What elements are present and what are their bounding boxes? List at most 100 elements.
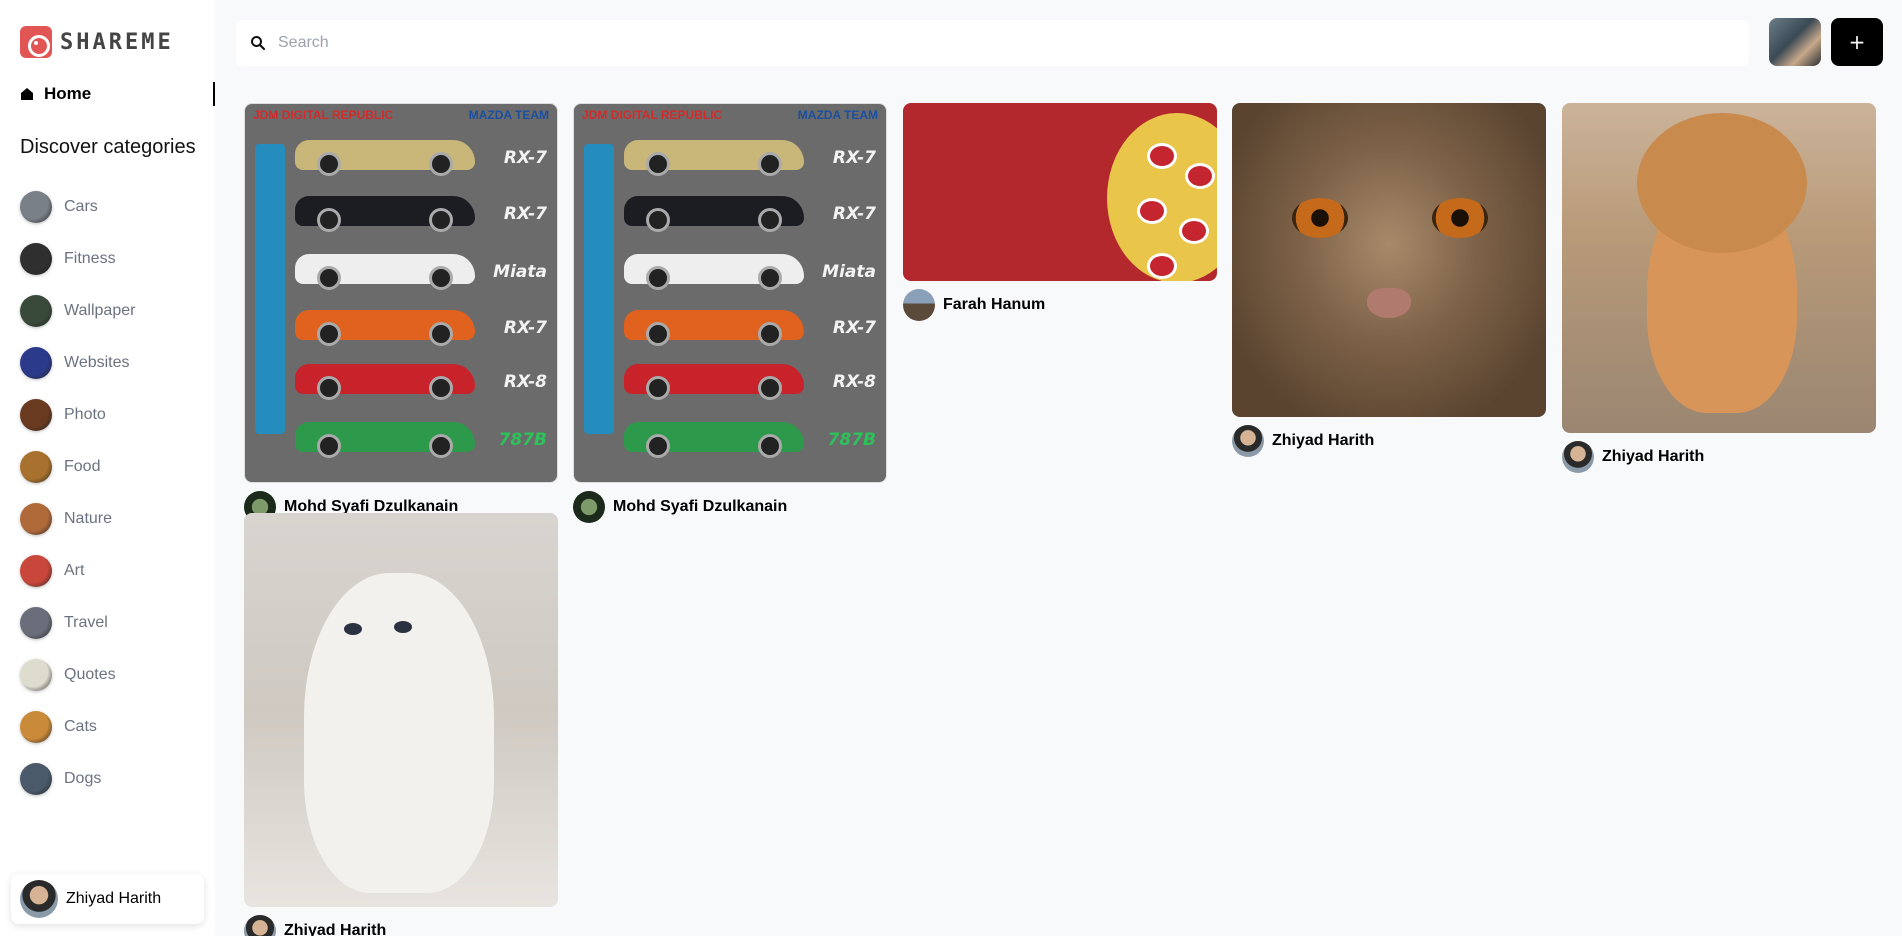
- sidebar-item-food[interactable]: Food: [20, 441, 135, 493]
- author-name: Zhiyad Harith: [1602, 448, 1705, 465]
- sidebar-item-cats[interactable]: Cats: [20, 701, 135, 753]
- category-thumbnail: [20, 555, 52, 587]
- pin-author[interactable]: Farah Hanum: [903, 289, 1217, 321]
- category-thumbnail: [20, 243, 52, 275]
- category-thumbnail: [20, 711, 52, 743]
- sidebar-item-label: Quotes: [64, 666, 116, 683]
- category-thumbnail: [20, 607, 52, 639]
- sidebar-item-label: Home: [44, 84, 92, 103]
- user-profile-link[interactable]: Zhiyad Harith: [11, 874, 204, 924]
- car-label: RX-8: [832, 372, 876, 392]
- pin-author[interactable]: Mohd Syafi Dzulkanain: [573, 491, 887, 523]
- sidebar-item-art[interactable]: Art: [20, 545, 135, 597]
- sidebar-item-nature[interactable]: Nature: [20, 493, 135, 545]
- author-name: Mohd Syafi Dzulkanain: [613, 498, 788, 515]
- logo-text: SHAREME: [60, 29, 174, 55]
- sidebar-item-label: Dogs: [64, 770, 102, 787]
- pin-author[interactable]: Zhiyad Harith: [1232, 425, 1546, 457]
- pin-card[interactable]: Zhiyad Harith: [244, 513, 558, 936]
- category-thumbnail: [20, 763, 52, 795]
- search-input[interactable]: [278, 34, 1678, 52]
- discover-heading: Discover categories: [20, 136, 196, 158]
- category-list: Cars Fitness Wallpaper Websites Photo Fo…: [20, 181, 135, 805]
- app-logo[interactable]: SHAREME: [20, 26, 174, 58]
- author-name: Zhiyad Harith: [284, 922, 387, 936]
- sidebar-item-label: Fitness: [64, 250, 116, 267]
- car-graphic: [295, 310, 475, 346]
- pin-card[interactable]: JDM DIGITAL REPUBLIC MAZDA TEAM RX-7 RX-7…: [244, 103, 558, 523]
- category-thumbnail: [20, 347, 52, 379]
- pin-image[interactable]: [903, 103, 1217, 281]
- car-label: Miata: [822, 262, 876, 282]
- avatar: [573, 491, 605, 523]
- sidebar-item-home[interactable]: Home: [20, 82, 215, 106]
- car-label: 787B: [827, 430, 876, 450]
- car-label: RX-7: [832, 204, 876, 224]
- pin-author[interactable]: Zhiyad Harith: [1562, 441, 1876, 473]
- car-graphic: [624, 422, 804, 458]
- add-pin-button[interactable]: +: [1831, 18, 1883, 66]
- sidebar-item-label: Websites: [64, 354, 130, 371]
- pin-card[interactable]: Zhiyad Harith: [1232, 103, 1546, 457]
- sidebar-item-quotes[interactable]: Quotes: [20, 649, 135, 701]
- car-graphic: [624, 196, 804, 232]
- car-graphic: [624, 140, 804, 176]
- pin-card[interactable]: Zhiyad Harith: [1562, 103, 1876, 473]
- car-label: RX-7: [503, 148, 547, 168]
- pin-image[interactable]: [1562, 103, 1876, 433]
- avatar: [1232, 425, 1264, 457]
- category-thumbnail: [20, 451, 52, 483]
- pin-image-text: MAZDA TEAM: [797, 108, 878, 122]
- category-thumbnail: [20, 295, 52, 327]
- search-bar: [236, 20, 1749, 66]
- car-label: RX-7: [832, 148, 876, 168]
- car-label: Miata: [493, 262, 547, 282]
- category-thumbnail: [20, 191, 52, 223]
- pin-image[interactable]: [1232, 103, 1546, 417]
- car-label: RX-7: [503, 318, 547, 338]
- sidebar-item-wallpaper[interactable]: Wallpaper: [20, 285, 135, 337]
- sidebar-item-label: Cats: [64, 718, 97, 735]
- camera-icon: [20, 26, 52, 58]
- car-graphic: [295, 422, 475, 458]
- pin-author[interactable]: Zhiyad Harith: [244, 915, 558, 936]
- pin-image[interactable]: JDM DIGITAL REPUBLIC MAZDA TEAM RX-7 RX-7…: [244, 103, 558, 483]
- active-indicator: [213, 82, 215, 106]
- sidebar-item-websites[interactable]: Websites: [20, 337, 135, 389]
- pin-card[interactable]: Farah Hanum: [903, 103, 1217, 321]
- car-label: RX-7: [832, 318, 876, 338]
- profile-avatar-button[interactable]: [1769, 18, 1821, 66]
- sidebar-item-dogs[interactable]: Dogs: [20, 753, 135, 805]
- car-graphic: [295, 364, 475, 400]
- pin-image[interactable]: [244, 513, 558, 907]
- pin-image[interactable]: JDM DIGITAL REPUBLIC MAZDA TEAM RX-7 RX-7…: [573, 103, 887, 483]
- car-label: RX-8: [503, 372, 547, 392]
- author-name: Farah Hanum: [943, 296, 1046, 313]
- search-icon: [251, 36, 266, 51]
- category-thumbnail: [20, 399, 52, 431]
- car-graphic: [295, 140, 475, 176]
- avatar: [1562, 441, 1594, 473]
- mazda-logo: [255, 144, 285, 434]
- car-graphic: [624, 310, 804, 346]
- home-icon: [21, 88, 33, 100]
- pin-image-text: JDM DIGITAL REPUBLIC: [582, 108, 723, 122]
- pin-card[interactable]: JDM DIGITAL REPUBLIC MAZDA TEAM RX-7 RX-7…: [573, 103, 887, 523]
- avatar: [244, 915, 276, 936]
- sidebar-item-cars[interactable]: Cars: [20, 181, 135, 233]
- car-label: RX-7: [503, 204, 547, 224]
- sidebar-item-travel[interactable]: Travel: [20, 597, 135, 649]
- avatar: [903, 289, 935, 321]
- car-graphic: [624, 254, 804, 290]
- category-thumbnail: [20, 659, 52, 691]
- pin-image-text: JDM DIGITAL REPUBLIC: [253, 108, 394, 122]
- sidebar-item-label: Photo: [64, 406, 106, 423]
- sidebar-item-label: Art: [64, 562, 85, 579]
- car-graphic: [295, 254, 475, 290]
- car-graphic: [295, 196, 475, 232]
- sidebar-item-fitness[interactable]: Fitness: [20, 233, 135, 285]
- sidebar-item-photo[interactable]: Photo: [20, 389, 135, 441]
- category-thumbnail: [20, 503, 52, 535]
- sidebar-item-label: Food: [64, 458, 101, 475]
- user-name: Zhiyad Harith: [66, 890, 162, 907]
